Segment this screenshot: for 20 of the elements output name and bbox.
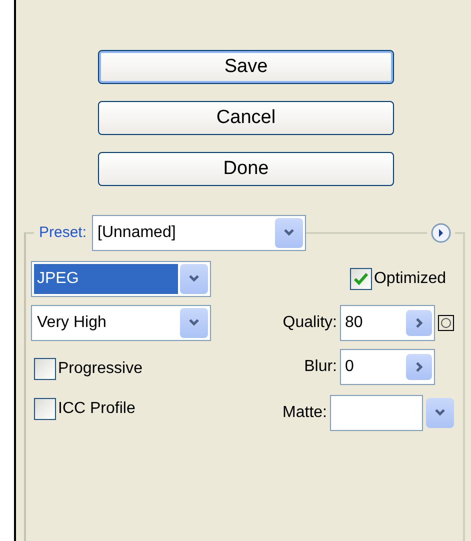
quality-field[interactable]: 80 <box>340 305 435 341</box>
matte-label: Matte: <box>282 403 327 423</box>
checkmark-icon <box>352 272 369 286</box>
matte-field[interactable] <box>330 395 423 431</box>
blur-field[interactable]: 0 <box>340 349 435 385</box>
blur-label: Blur: <box>304 357 337 377</box>
dialog-button[interactable]: Cancel <box>98 101 394 135</box>
option-checkbox[interactable]: Progressive <box>34 357 211 381</box>
format-dropdown[interactable]: JPEG <box>31 261 211 297</box>
dialog-button[interactable]: Done <box>98 152 394 186</box>
quality-label: Quality: <box>282 313 337 333</box>
dialog-button[interactable]: Save <box>98 50 394 84</box>
option-checkbox[interactable]: ICC Profile <box>34 397 211 421</box>
checkbox[interactable] <box>34 398 56 420</box>
quality-dropdown[interactable]: Very High <box>31 305 211 341</box>
slider-toggle-icon[interactable] <box>438 315 454 331</box>
checkbox[interactable] <box>34 358 56 380</box>
checkbox[interactable] <box>350 268 372 290</box>
optimized-checkbox[interactable]: Optimized <box>350 267 446 291</box>
preset-dropdown[interactable]: [Unnamed] <box>92 215 306 251</box>
